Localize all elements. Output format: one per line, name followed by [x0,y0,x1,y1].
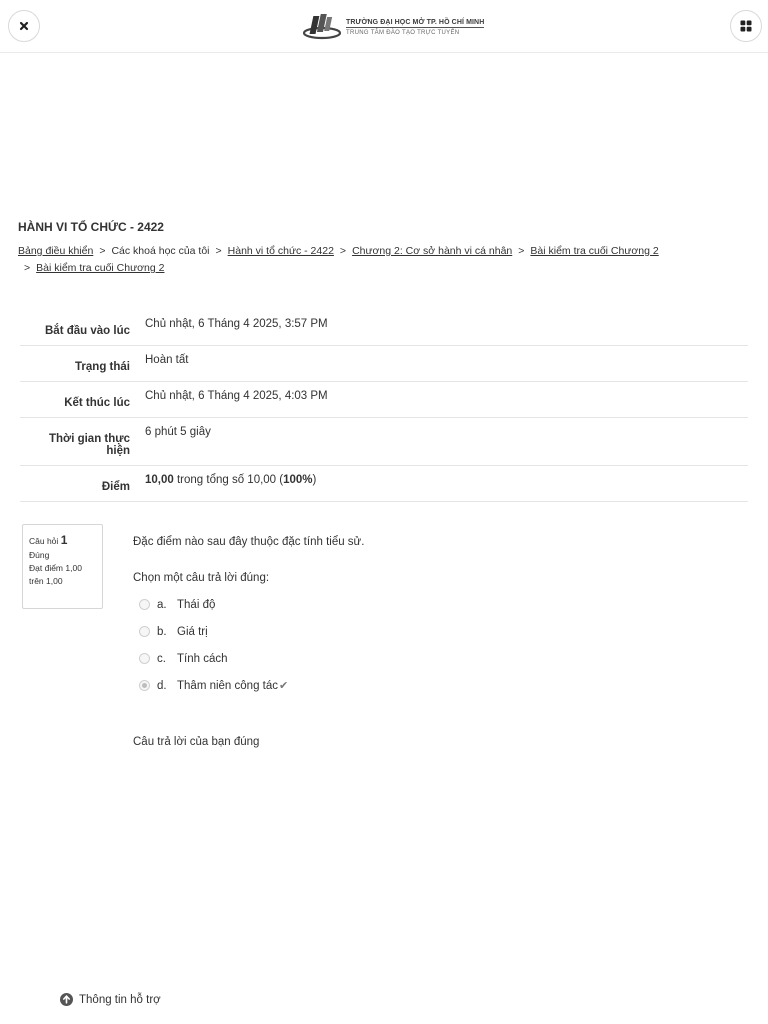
question-label: Câu hỏi [29,536,59,546]
summary-value: 10,00 trong tổng số 10,00 (100%) [138,465,748,502]
logo-line-2: TRUNG TÂM ĐÀO TẠO TRỰC TUYẾN [346,29,460,36]
correct-check-icon: ✔ [279,680,289,692]
logo-line-1: TRƯỜNG ĐẠI HỌC MỞ TP. HỒ CHÍ MINH [346,18,485,28]
answer-text: Tính cách [177,652,228,665]
radio-button[interactable] [139,599,150,610]
score-close: ) [312,474,317,486]
answer-option-b[interactable]: b. Giá trị [139,618,288,645]
breadcrumb: Bảng điều khiển > Các khoá học của tôi > Hàn… [18,243,718,277]
breadcrumb-separator: > [24,262,31,274]
breadcrumb-course[interactable]: Hành vi tổ chức - 2422 [228,245,334,257]
answer-option-a[interactable]: a. Thái độ [139,591,288,618]
course-title: HÀNH VI TỔ CHỨC - 2422 [18,220,164,234]
support-label: Thông tin hỗ trợ [79,993,161,1006]
summary-value: Chủ nhật, 6 Tháng 4 2025, 4:03 PM [138,381,748,418]
summary-row-completed: Kết thúc lúc Chủ nhật, 6 Tháng 4 2025, 4… [20,381,748,418]
menu-grid-button[interactable] [730,10,762,42]
grid-icon [740,20,752,32]
close-button[interactable] [8,10,40,42]
breadcrumb-my-courses: Các khoá học của tôi [111,245,210,257]
answer-text: Thâm niên công tác [177,679,279,692]
answer-option-c[interactable]: c. Tính cách [139,645,288,672]
breadcrumb-dashboard[interactable]: Bảng điều khiển [18,245,93,257]
radio-button-selected[interactable] [139,680,150,691]
info-icon [60,993,73,1006]
question-text: Đặc điểm nào sau đây thuộc đặc tính tiểu… [133,536,365,548]
answer-option-d[interactable]: d. Thâm niên công tác ✔ [139,672,288,699]
score-text: trong tổng số 10,00 ( [173,474,284,486]
summary-row-status: Trạng thái Hoàn tất [20,345,748,382]
quiz-summary-table: Bắt đầu vào lúc Chủ nhật, 6 Tháng 4 2025… [20,310,748,502]
breadcrumb-separator: > [518,245,525,257]
summary-label: Trạng thái [20,345,138,382]
summary-label: Kết thúc lúc [20,381,138,418]
summary-label: Bắt đầu vào lúc [20,310,138,346]
breadcrumb-separator: > [339,245,347,257]
summary-label: Thời gian thực hiện [20,417,138,466]
question-info-box: Câu hỏi 1 Đúng Đạt điểm 1,00 trên 1,00 [22,524,103,609]
breadcrumb-quiz-review[interactable]: Bài kiểm tra cuối Chương 2 [36,262,164,274]
summary-row-started: Bắt đầu vào lúc Chủ nhật, 6 Tháng 4 2025… [20,310,748,346]
radio-button[interactable] [139,626,150,637]
breadcrumb-chapter[interactable]: Chương 2: Cơ sở hành vi cá nhân [352,245,512,257]
top-bar: TRƯỜNG ĐẠI HỌC MỞ TP. HỒ CHÍ MINH TRUNG … [0,0,768,53]
summary-value: Chủ nhật, 6 Tháng 4 2025, 3:57 PM [138,310,748,346]
question-grade: Đạt điểm 1,00 trên 1,00 [29,562,82,586]
answer-text: Giá trị [177,625,208,638]
summary-row-duration: Thời gian thực hiện 6 phút 5 giây [20,417,748,466]
answer-letter: b. [157,625,167,638]
summary-row-grade: Điểm 10,00 trong tổng số 10,00 (100%) [20,465,748,502]
radio-button[interactable] [139,653,150,664]
answer-list: a. Thái độ b. Giá trị c. Tính cách d. Th… [139,591,288,699]
answer-letter: d. [157,679,167,692]
close-icon [19,21,29,31]
answer-text: Thái độ [177,598,216,611]
summary-label: Điểm [20,465,138,502]
score-percent: 100% [283,474,313,486]
support-info-link[interactable]: Thông tin hỗ trợ [60,993,161,1006]
breadcrumb-quiz[interactable]: Bài kiểm tra cuối Chương 2 [530,245,658,257]
breadcrumb-separator: > [99,245,106,257]
summary-value: Hoàn tất [138,345,748,382]
summary-value: 6 phút 5 giây [138,417,748,466]
university-logo[interactable]: TRƯỜNG ĐẠI HỌC MỞ TP. HỒ CHÍ MINH TRUNG … [302,12,485,42]
breadcrumb-separator: > [215,245,222,257]
question-status: Đúng [29,550,50,560]
score-value: 10,00 [145,474,174,486]
answer-prompt: Chọn một câu trả lời đúng: [133,572,270,584]
answer-feedback: Câu trả lời của bạn đúng [133,736,260,748]
answer-letter: c. [157,652,166,665]
answer-letter: a. [157,598,167,611]
question-number: 1 [60,533,68,547]
logo-emblem-icon [302,14,342,40]
